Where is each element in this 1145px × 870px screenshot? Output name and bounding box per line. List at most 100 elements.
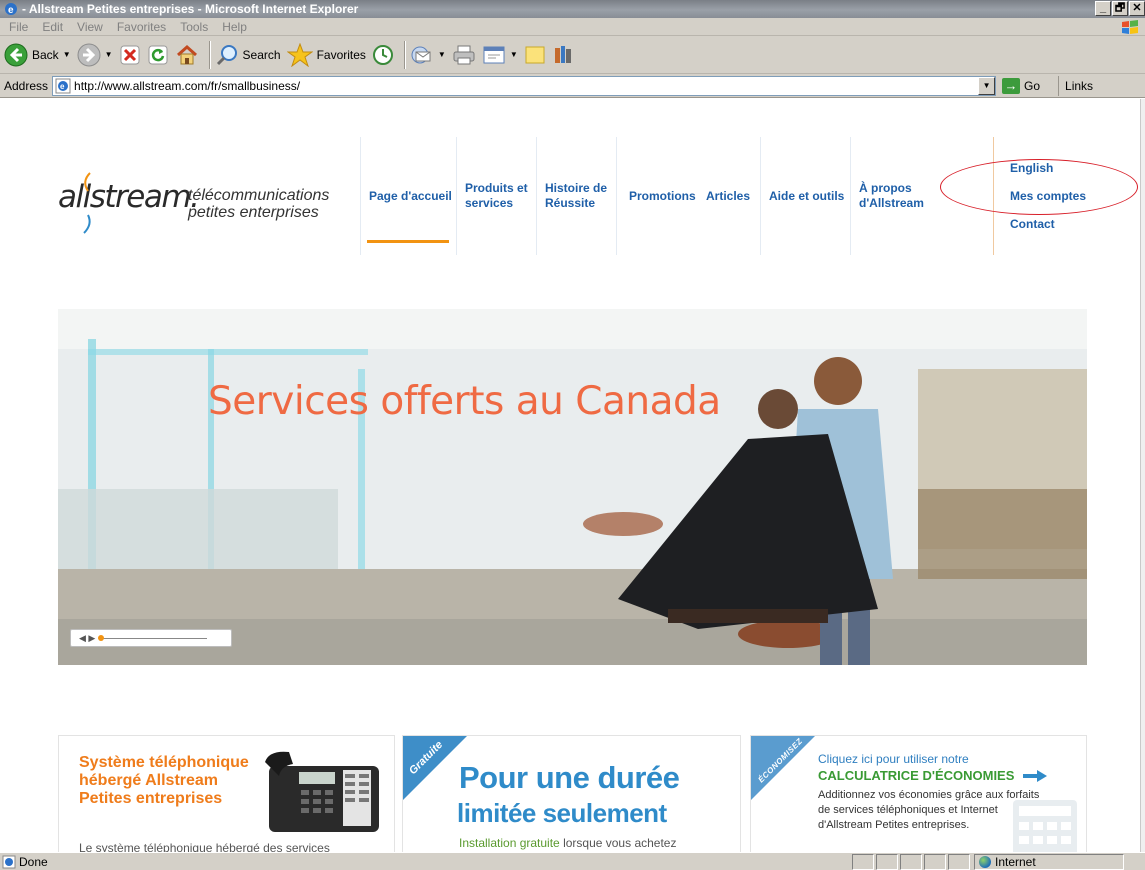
card-title-line2: hébergé Allstream bbox=[79, 772, 219, 789]
page-done-icon bbox=[2, 855, 16, 868]
nav-produits-services[interactable]: Produits et services bbox=[456, 137, 536, 255]
refresh-button[interactable] bbox=[147, 40, 169, 70]
card-body-rest: lorsque vous achetez bbox=[559, 836, 677, 850]
card-body: Additionnez vos économies grâce aux forf… bbox=[818, 788, 1039, 833]
research-icon bbox=[554, 45, 571, 63]
page-viewport: allstream. télécommunications petites en… bbox=[0, 99, 1145, 852]
nav-a-propos[interactable]: À propos d'Allstream bbox=[850, 137, 940, 255]
menu-edit[interactable]: Edit bbox=[35, 20, 70, 34]
menu-help[interactable]: Help bbox=[215, 20, 254, 34]
status-panel bbox=[900, 853, 922, 870]
minimize-button[interactable]: _ bbox=[1095, 1, 1111, 16]
address-url: http://www.allstream.com/fr/smallbusines… bbox=[74, 78, 301, 93]
nav-label-2: services bbox=[465, 196, 514, 210]
address-dropdown-icon[interactable]: ▼ bbox=[978, 76, 996, 95]
back-arrow-icon bbox=[4, 43, 28, 66]
nav-histoire-reussite[interactable]: Histoire de Réussite bbox=[536, 137, 616, 255]
card-body: Le système téléphonique hébergé des serv… bbox=[79, 841, 330, 852]
hero-caption: Services offerts au Canada bbox=[208, 379, 721, 424]
menu-file[interactable]: File bbox=[2, 20, 35, 34]
status-bar: Done Internet bbox=[0, 852, 1145, 870]
go-arrow-icon: → bbox=[1002, 77, 1021, 94]
search-label: Search bbox=[242, 47, 281, 62]
hero-banner[interactable]: Services offerts au Canada bbox=[58, 309, 1087, 665]
link-contact[interactable]: Contact bbox=[1010, 217, 1055, 231]
security-zone[interactable]: Internet bbox=[974, 853, 1124, 870]
vertical-scrollbar[interactable] bbox=[1140, 99, 1145, 852]
logo-tagline: télécommunications petites enterprises bbox=[188, 187, 329, 221]
back-button[interactable]: Back ▼ bbox=[4, 40, 71, 70]
favorites-star-icon bbox=[286, 42, 313, 67]
card-title-line3: Petites entreprises bbox=[79, 790, 223, 807]
status-panel bbox=[876, 853, 898, 870]
messenger-button[interactable] bbox=[552, 40, 574, 70]
slide-progress-knob[interactable] bbox=[98, 634, 105, 641]
forward-button[interactable]: ▼ bbox=[77, 40, 113, 70]
menu-tools[interactable]: Tools bbox=[173, 20, 215, 34]
print-button[interactable] bbox=[452, 40, 476, 70]
edit-page-icon bbox=[483, 46, 505, 63]
calculator-icon bbox=[1013, 800, 1077, 852]
status-panel bbox=[924, 853, 946, 870]
card-title-line1: Pour une durée bbox=[459, 760, 680, 795]
status-panel bbox=[852, 853, 874, 870]
maximize-button[interactable]: 🗗 bbox=[1112, 1, 1128, 16]
mail-icon bbox=[411, 46, 431, 63]
promo-card-limited-time[interactable]: Gratuite Pour une durée limitée seulemen… bbox=[402, 735, 741, 852]
stop-button[interactable] bbox=[119, 40, 141, 70]
hero-slide-controls[interactable]: ◀ ▶ bbox=[70, 629, 232, 647]
status-message: Done bbox=[0, 855, 850, 869]
promo-card-phone-system[interactable]: Système téléphonique hébergé Allstream P… bbox=[58, 735, 395, 852]
ie-page-icon: e bbox=[55, 78, 71, 93]
barbershop-photo bbox=[58, 309, 1087, 665]
nav-label: Promotions bbox=[629, 188, 696, 203]
internet-globe-icon bbox=[979, 855, 991, 868]
search-icon bbox=[216, 44, 237, 65]
arrow-right-icon[interactable] bbox=[1023, 770, 1047, 782]
allstream-logo[interactable]: allstream. télécommunications petites en… bbox=[58, 172, 329, 234]
card-title[interactable]: CALCULATRICE D'ÉCONOMIES bbox=[818, 768, 1014, 783]
nav-aide-outils[interactable]: Aide et outils bbox=[760, 137, 850, 255]
card-title-line2: limitée seulement bbox=[457, 798, 667, 828]
slide-progress-track[interactable] bbox=[98, 634, 208, 641]
forward-arrow-icon bbox=[77, 43, 101, 66]
nav-label: Produits et bbox=[465, 181, 528, 195]
nav-label-2: Réussite bbox=[545, 196, 596, 210]
mail-button[interactable]: ▼ bbox=[410, 40, 446, 70]
promo-card-savings-calculator[interactable]: ÉCONOMISEZ Cliquez ici pour utiliser not… bbox=[750, 735, 1087, 852]
address-bar: Address e http://www.allstream.com/fr/sm… bbox=[0, 74, 1145, 98]
card-body-line1: Additionnez vos économies grâce aux forf… bbox=[818, 789, 1040, 801]
address-label: Address bbox=[4, 78, 49, 93]
annotation-circle bbox=[940, 159, 1138, 215]
nav-promotions[interactable]: Promotions bbox=[616, 137, 698, 255]
go-button[interactable]: → Go bbox=[1002, 77, 1040, 94]
card-intro: Cliquez ici pour utiliser notre bbox=[818, 752, 969, 766]
address-input[interactable]: e http://www.allstream.com/fr/smallbusin… bbox=[52, 75, 997, 96]
ie-window-icon: e bbox=[4, 2, 18, 16]
menu-view[interactable]: View bbox=[70, 20, 110, 34]
nav-label: Aide et outils bbox=[769, 188, 845, 203]
nav-articles[interactable]: Articles bbox=[698, 137, 760, 255]
refresh-icon bbox=[148, 45, 168, 64]
chevron-down-icon: ▼ bbox=[437, 50, 446, 59]
home-button[interactable] bbox=[175, 40, 199, 70]
history-button[interactable] bbox=[372, 40, 394, 70]
status-panel bbox=[948, 853, 970, 870]
home-icon bbox=[176, 44, 197, 64]
search-button[interactable]: Search bbox=[215, 40, 281, 70]
toolbar-separator bbox=[403, 40, 406, 69]
slide-prev-next-icon[interactable]: ◀ ▶ bbox=[79, 633, 95, 644]
close-window-button[interactable]: ✕ bbox=[1129, 1, 1145, 16]
history-icon bbox=[372, 44, 393, 65]
links-toolbar[interactable]: Links bbox=[1058, 75, 1093, 96]
toolbar-separator bbox=[208, 40, 211, 69]
discuss-button[interactable] bbox=[524, 40, 546, 70]
edit-button[interactable]: ▼ bbox=[482, 40, 518, 70]
chevron-down-icon: ▼ bbox=[62, 50, 71, 59]
favorites-button[interactable]: Favorites bbox=[286, 40, 366, 70]
note-icon bbox=[525, 46, 545, 63]
nav-label: Histoire de bbox=[545, 181, 608, 195]
menu-favorites[interactable]: Favorites bbox=[110, 20, 173, 34]
card-title: Système téléphonique hébergé Allstream P… bbox=[79, 754, 249, 808]
nav-page-accueil[interactable]: Page d'accueil bbox=[360, 137, 456, 255]
